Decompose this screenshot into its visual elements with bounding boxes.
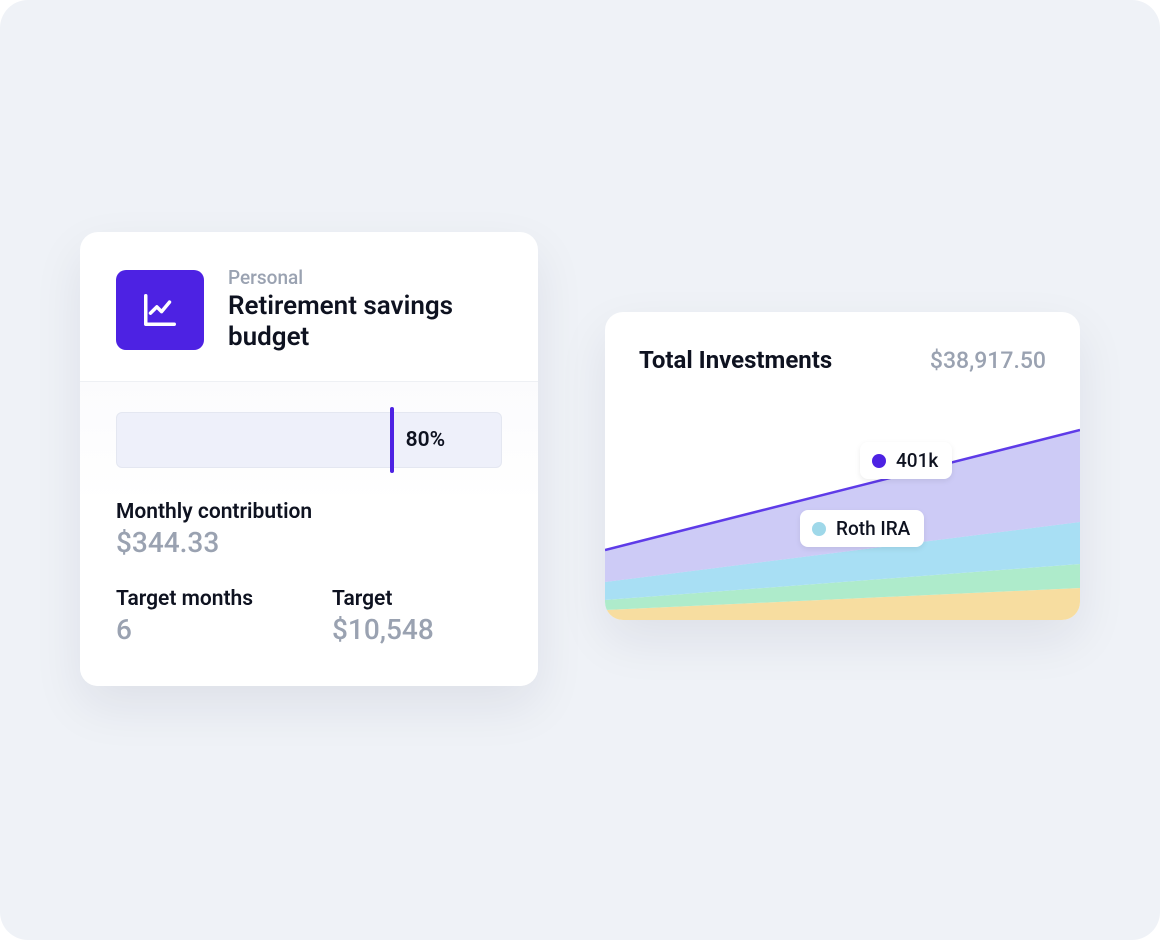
slider-handle-icon[interactable] xyxy=(390,407,394,473)
monthly-contribution-value: $344.33 xyxy=(116,526,502,559)
legend-dot-icon xyxy=(872,454,886,468)
budget-progress-slider[interactable]: 80% xyxy=(116,412,502,468)
target-amount-value: $10,548 xyxy=(332,613,492,646)
investments-chart: 401k Roth IRA xyxy=(605,400,1080,620)
legend-label: 401k xyxy=(896,449,938,472)
target-amount-label: Target xyxy=(332,587,492,611)
legend-dot-icon xyxy=(812,522,826,536)
monthly-contribution-label: Monthly contribution xyxy=(116,500,502,524)
investments-card: Total Investments $38,917.50 401k xyxy=(605,312,1080,620)
target-months-value: 6 xyxy=(116,613,276,646)
investments-title: Total Investments xyxy=(639,346,832,374)
legend-label: Roth IRA xyxy=(836,517,910,540)
budget-title: Retirement savings budget xyxy=(228,291,502,353)
budget-progress-value: 80% xyxy=(406,428,446,452)
budget-kicker: Personal xyxy=(228,266,502,289)
legend-item-roth-ira: Roth IRA xyxy=(800,510,924,547)
budget-card-body: 80% Monthly contribution $344.33 Target … xyxy=(80,382,538,686)
dashboard-canvas: Personal Retirement savings budget 80% M… xyxy=(0,0,1160,940)
target-months-label: Target months xyxy=(116,587,276,611)
investments-total: $38,917.50 xyxy=(930,347,1046,374)
chart-line-icon xyxy=(116,270,204,350)
investments-header: Total Investments $38,917.50 xyxy=(605,312,1080,400)
budget-card-header: Personal Retirement savings budget xyxy=(80,232,538,382)
legend-item-401k: 401k xyxy=(860,442,952,479)
budget-card: Personal Retirement savings budget 80% M… xyxy=(80,232,538,686)
